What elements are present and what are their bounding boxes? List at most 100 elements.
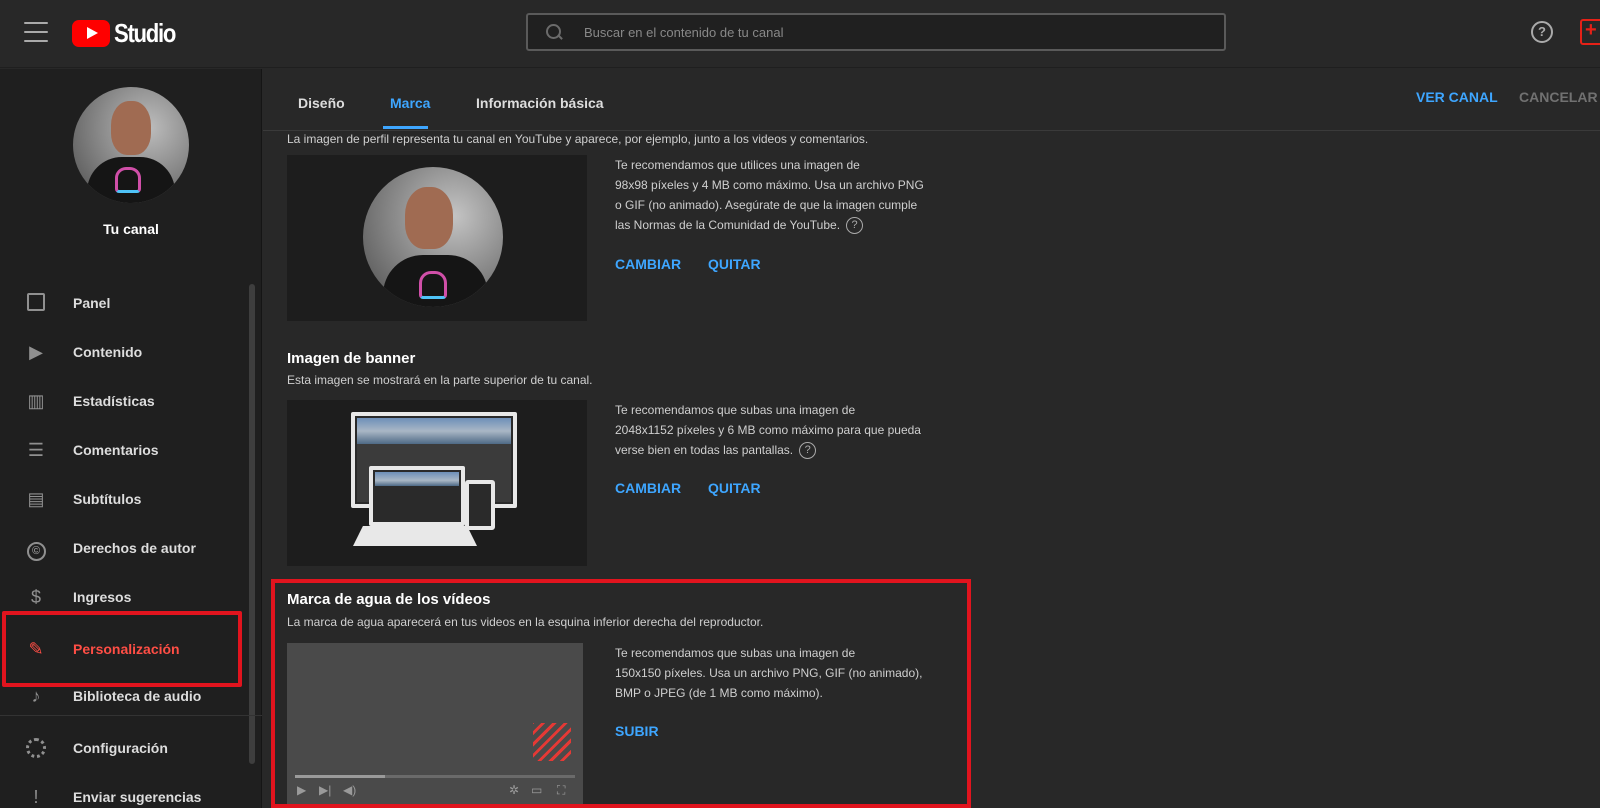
watermark-rec-line: BMP o JPEG (de 1 MB como máximo). [615, 686, 823, 700]
watermark-title: Marca de agua de los vídeos [287, 591, 491, 608]
monitor-banner [357, 418, 511, 444]
channel-avatar[interactable] [73, 87, 189, 203]
theater-mode-icon: ▭ [531, 783, 543, 797]
remove-profile-button[interactable]: QUITAR [708, 256, 761, 272]
sidebar-item-label: Derechos de autor [73, 540, 196, 556]
remove-banner-button[interactable]: QUITAR [708, 480, 761, 496]
sidebar-item-label: Panel [73, 295, 111, 311]
change-profile-button[interactable]: CAMBIAR [615, 256, 681, 272]
channel-name[interactable]: Tu canal [0, 221, 262, 237]
avatar-shirt-logo [419, 271, 447, 299]
content-icon: ▶ [29, 342, 43, 362]
active-tab-indicator [383, 126, 428, 129]
tab-bar: Diseño Marca Información básica VER CANA… [263, 69, 1600, 131]
sidebar-divider [0, 715, 262, 716]
search-box[interactable] [526, 13, 1226, 51]
video-player-mock: ▶ ▶| ◀) ✲ ▭ ⛶ [287, 643, 583, 805]
gear-icon [26, 738, 46, 758]
sidebar-item-label: Personalización [73, 641, 180, 657]
banner-rec-line: verse bien en todas las pantallas.? [615, 440, 965, 460]
sidebar: Tu canal Panel ▶ Contenido ▥ Estadística… [0, 69, 262, 808]
help-icon[interactable]: ? [1531, 21, 1553, 43]
magic-wand-icon: ✎ [28, 639, 44, 659]
profile-rec-line-text: las Normas de la Comunidad de YouTube. [615, 218, 841, 232]
youtube-play-icon [72, 20, 110, 47]
watermark-rec-line: Te recomendamos que subas una imagen de [615, 646, 856, 660]
subtitles-icon: ▤ [27, 489, 45, 509]
sidebar-item-label: Biblioteca de audio [73, 688, 202, 704]
sidebar-item-derechos-de-autor[interactable]: © Derechos de autor [0, 524, 245, 572]
sidebar-item-personalizacion[interactable]: ✎ Personalización [0, 625, 245, 673]
audio-library-icon: ♪ [31, 686, 41, 706]
dollar-icon: $ [30, 587, 41, 607]
sidebar-item-label: Subtítulos [73, 491, 142, 507]
analytics-icon: ▥ [27, 391, 45, 411]
banner-recommendation: Te recomendamos que subas una imagen de … [615, 400, 965, 460]
create-video-icon[interactable] [1580, 19, 1600, 45]
profile-description: La imagen de perfil representa tu canal … [287, 132, 869, 146]
change-banner-button[interactable]: CAMBIAR [615, 480, 681, 496]
sidebar-item-subtitulos[interactable]: ▤ Subtítulos [0, 475, 245, 523]
sidebar-item-ingresos[interactable]: $ Ingresos [0, 573, 245, 621]
watermark-preview: ▶ ▶| ◀) ✲ ▭ ⛶ [287, 643, 583, 805]
sidebar-item-label: Comentarios [73, 442, 159, 458]
sidebar-item-label: Estadísticas [73, 393, 155, 409]
copyright-icon: © [26, 538, 46, 561]
watermark-placeholder [533, 723, 571, 761]
next-icon: ▶| [319, 783, 332, 797]
upload-watermark-button[interactable]: SUBIR [615, 723, 659, 739]
cancel-button[interactable]: CANCELAR [1519, 89, 1598, 105]
help-icon[interactable]: ? [846, 217, 864, 235]
sidebar-item-comentarios[interactable]: ☰ Comentarios [0, 426, 245, 474]
watermark-description: La marca de agua aparecerá en tus videos… [287, 615, 764, 629]
dashboard-icon [26, 293, 46, 313]
profile-image-preview [287, 155, 587, 321]
settings-icon: ✲ [509, 783, 520, 797]
sidebar-item-biblioteca-de-audio[interactable]: ♪ Biblioteca de audio [0, 672, 245, 720]
hamburger-menu-icon[interactable] [24, 22, 48, 42]
player-progress-bar [295, 775, 575, 778]
profile-rec-line: Te recomendamos que utilices una imagen … [615, 158, 860, 172]
sidebar-item-label: Enviar sugerencias [73, 789, 202, 805]
search-input[interactable] [584, 24, 1144, 40]
banner-rec-line-text: verse bien en todas las pantallas. [615, 443, 794, 457]
banner-rec-line: 2048x1152 píxeles y 6 MB como máximo par… [615, 423, 921, 437]
main-content: Diseño Marca Información básica VER CANA… [263, 69, 1600, 808]
watermark-rec-line: 150x150 píxeles. Usa un archivo PNG, GIF… [615, 666, 923, 680]
profile-rec-line: las Normas de la Comunidad de YouTube.? [615, 215, 965, 235]
sidebar-item-label: Contenido [73, 344, 143, 360]
sidebar-item-estadisticas[interactable]: ▥ Estadísticas [0, 377, 245, 425]
profile-rec-line: 98x98 píxeles y 4 MB como máximo. Usa un… [615, 178, 924, 192]
studio-logo[interactable]: Studio [72, 18, 186, 49]
laptop-illustration [369, 466, 465, 526]
sidebar-item-label: Configuración [73, 740, 168, 756]
banner-description: Esta imagen se mostrará en la parte supe… [287, 373, 593, 387]
view-channel-button[interactable]: VER CANAL [1416, 89, 1498, 105]
banner-image-preview [287, 400, 587, 566]
sidebar-item-configuracion[interactable]: Configuración [0, 724, 245, 772]
comments-icon: ☰ [27, 440, 45, 460]
sidebar-item-panel[interactable]: Panel [0, 279, 245, 327]
feedback-icon: ! [33, 787, 39, 807]
sidebar-item-enviar-sugerencias[interactable]: ! Enviar sugerencias [0, 773, 245, 808]
watermark-recommendation: Te recomendamos que subas una imagen de … [615, 643, 965, 703]
help-icon[interactable]: ? [799, 442, 817, 460]
profile-rec-line: o GIF (no animado). Asegúrate de que la … [615, 198, 918, 212]
fullscreen-icon: ⛶ [557, 783, 566, 797]
top-bar: Studio ? [0, 0, 1600, 68]
sidebar-item-contenido[interactable]: ▶ Contenido [0, 328, 245, 376]
tab-informacion-basica[interactable]: Información básica [476, 95, 604, 111]
tab-diseno[interactable]: Diseño [298, 95, 345, 111]
laptop-banner [375, 472, 459, 486]
sidebar-scrollbar[interactable] [249, 284, 255, 764]
avatar-head [111, 101, 151, 155]
phone-illustration [465, 480, 495, 530]
logo-text: Studio [114, 18, 176, 48]
banner-rec-line: Te recomendamos que subas una imagen de [615, 403, 856, 417]
sidebar-item-label: Ingresos [73, 589, 132, 605]
laptop-base [353, 526, 477, 546]
tab-marca[interactable]: Marca [390, 95, 430, 111]
avatar-shirt-logo [115, 167, 141, 193]
profile-avatar [363, 167, 503, 307]
profile-recommendation: Te recomendamos que utilices una imagen … [615, 155, 965, 235]
